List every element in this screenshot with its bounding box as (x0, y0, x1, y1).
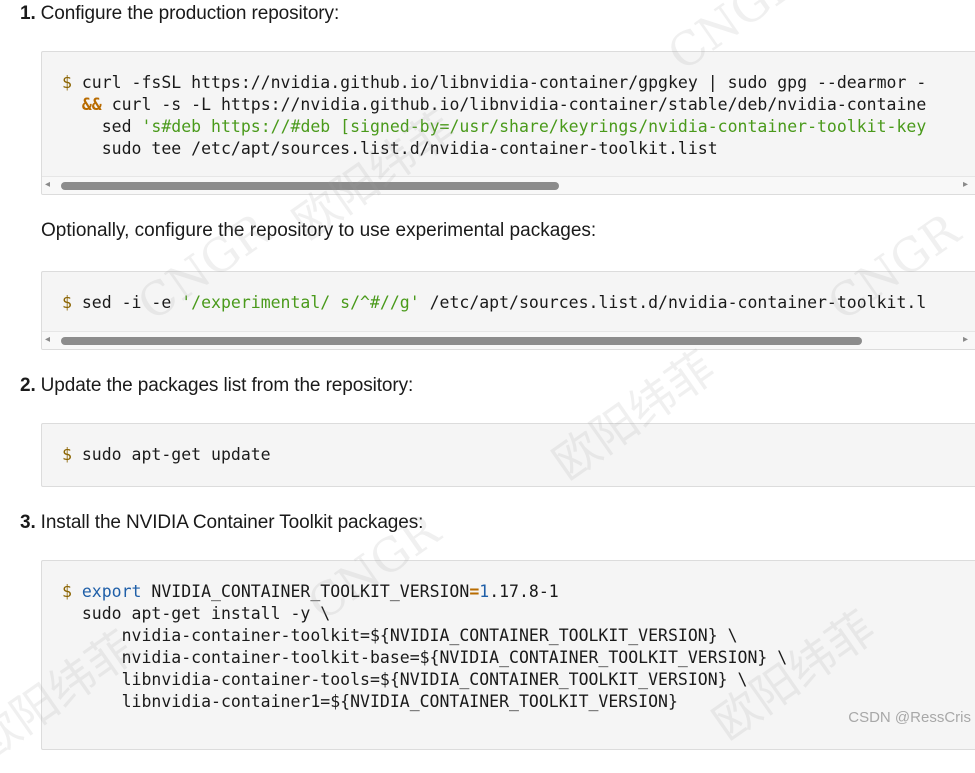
code-block-update[interactable]: $ sudo apt-get update (41, 423, 975, 487)
code-text: $ sed -i -e '/experimental/ s/^#//g' /et… (62, 293, 927, 312)
optional-note: Optionally, configure the repository to … (41, 220, 597, 241)
step-1-heading: 1. Configure the production repository: (20, 3, 339, 25)
code-text: $ sudo apt-get update (62, 445, 271, 464)
scroll-right-arrow-icon[interactable]: ▸ (963, 179, 968, 191)
horizontal-scrollbar[interactable]: ◂ ▸ (42, 331, 975, 349)
code-text: $ curl -fsSL https://nvidia.github.io/li… (62, 73, 927, 158)
step-text: Update the packages list from the reposi… (40, 375, 414, 396)
step-2-heading: 2. Update the packages list from the repo… (20, 375, 413, 397)
code-text: $ export NVIDIA_CONTAINER_TOOLKIT_VERSIO… (62, 582, 788, 711)
scroll-left-arrow-icon[interactable]: ◂ (45, 334, 50, 346)
code-block-install[interactable]: $ export NVIDIA_CONTAINER_TOOLKIT_VERSIO… (41, 560, 975, 750)
code-block-experimental[interactable]: $ sed -i -e '/experimental/ s/^#//g' /et… (41, 271, 975, 350)
horizontal-scrollbar[interactable]: ◂ ▸ (42, 176, 975, 194)
step-number: 3. (20, 512, 36, 533)
step-number: 1. (20, 3, 36, 24)
scrollbar-thumb[interactable] (61, 182, 559, 190)
step-text: Configure the production repository: (40, 3, 340, 24)
csdn-attribution: CSDN @RessCris (848, 709, 971, 726)
scrollbar-thumb[interactable] (61, 337, 862, 345)
step-number: 2. (20, 375, 36, 396)
step-text: Install the NVIDIA Container Toolkit pac… (40, 512, 424, 533)
scroll-right-arrow-icon[interactable]: ▸ (963, 334, 968, 346)
scroll-left-arrow-icon[interactable]: ◂ (45, 179, 50, 191)
step-3-heading: 3. Install the NVIDIA Container Toolkit p… (20, 512, 423, 534)
code-block-repository[interactable]: $ curl -fsSL https://nvidia.github.io/li… (41, 51, 975, 195)
